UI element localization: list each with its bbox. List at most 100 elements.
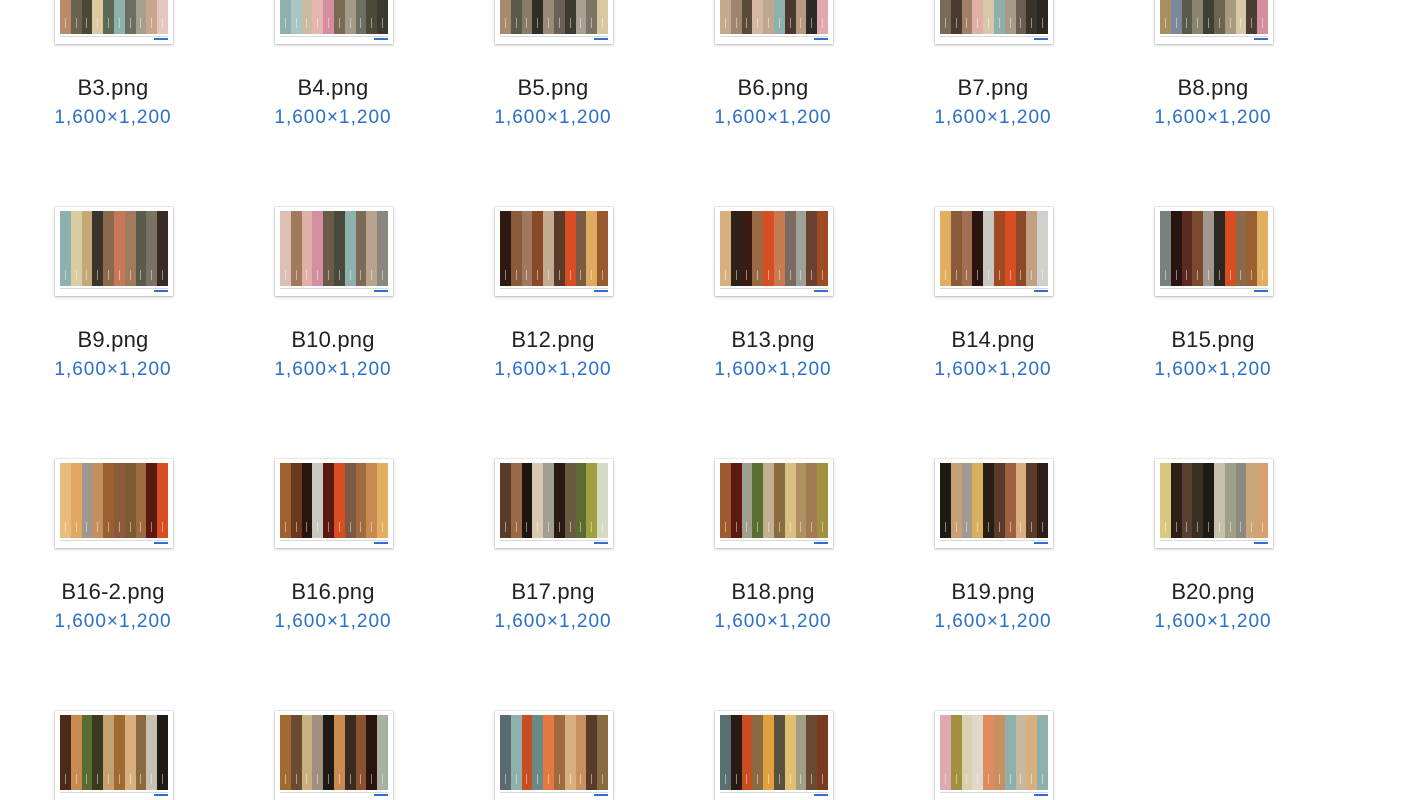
file-thumbnail[interactable]: [275, 459, 393, 548]
color-swatch: [784, 715, 796, 790]
color-swatch: [280, 715, 291, 790]
color-swatch: [806, 715, 818, 790]
color-swatch: [157, 715, 168, 790]
color-swatch: [333, 715, 345, 790]
thumbnail-footer-line: [280, 540, 388, 541]
file-grid: B3.png 1,600×1,200 B4.png 1,600×1,200 B5.png…: [0, 0, 1404, 800]
thumbnail-brand-mark: [814, 542, 828, 544]
color-swatch: [1257, 463, 1268, 538]
file-name[interactable]: B12.png: [440, 327, 666, 353]
color-swatch: [312, 715, 324, 790]
thumbnail-brand-mark: [154, 794, 168, 796]
thumbnail-brand-mark: [1034, 290, 1048, 292]
color-swatch: [1170, 463, 1182, 538]
color-swatch: [323, 463, 334, 538]
color-swatch: [1224, 463, 1236, 538]
color-palette-preview: [720, 715, 828, 790]
color-swatch: [301, 463, 313, 538]
color-swatch: [103, 715, 114, 790]
color-swatch: [290, 715, 302, 790]
color-swatch: [157, 463, 168, 538]
color-swatch: [81, 715, 93, 790]
thumbnail-footer-line: [940, 288, 1048, 289]
color-swatch: [113, 715, 125, 790]
color-swatch: [521, 463, 533, 538]
color-swatch: [333, 463, 345, 538]
file-thumbnail[interactable]: [1155, 459, 1273, 548]
file-thumbnail[interactable]: [495, 459, 613, 548]
file-item[interactable]: [0, 0, 180, 800]
file-name[interactable]: B19.png: [880, 579, 1106, 605]
color-swatch: [301, 715, 313, 790]
color-swatch: [124, 715, 136, 790]
file-dimensions: 1,600×1,200: [494, 359, 612, 380]
thumbnail-brand-mark: [1254, 542, 1268, 544]
color-palette-preview: [280, 463, 388, 538]
color-swatch: [366, 715, 378, 790]
color-swatch: [817, 715, 828, 790]
color-swatch: [1181, 463, 1193, 538]
file-name[interactable]: B18.png: [660, 579, 886, 605]
file-name[interactable]: B20.png: [1100, 579, 1326, 605]
color-swatch: [1015, 463, 1027, 538]
file-name[interactable]: B16.png: [220, 579, 446, 605]
file-name[interactable]: B14.png: [880, 327, 1106, 353]
file-item[interactable]: B20.png 1,600×1,200: [1100, 0, 1280, 632]
thumbnail-brand-mark: [374, 794, 388, 796]
color-swatch: [961, 715, 973, 790]
color-swatch: [366, 463, 378, 538]
file-dimensions: 1,600×1,200: [714, 359, 832, 380]
file-name[interactable]: B9.png: [0, 327, 226, 353]
thumbnail-brand-mark: [154, 542, 168, 544]
color-swatch: [1235, 463, 1247, 538]
thumbnail-footer-line: [1160, 288, 1268, 289]
file-item[interactable]: [440, 0, 620, 800]
color-swatch: [741, 715, 753, 790]
color-swatch: [940, 715, 951, 790]
thumbnail-brand-mark: [374, 542, 388, 544]
file-name[interactable]: B15.png: [1100, 327, 1326, 353]
color-swatch: [993, 463, 1005, 538]
file-dimensions: 1,600×1,200: [1154, 359, 1272, 380]
file-name[interactable]: B16-2.png: [0, 579, 226, 605]
color-swatch: [1160, 463, 1171, 538]
color-swatch: [280, 463, 291, 538]
color-swatch: [344, 463, 356, 538]
file-name[interactable]: B17.png: [440, 579, 666, 605]
file-name[interactable]: B10.png: [220, 327, 446, 353]
file-item[interactable]: [880, 0, 1060, 800]
color-swatch: [146, 463, 158, 538]
file-dimensions: 1,600×1,200: [714, 611, 832, 632]
thumbnail-footer-line: [280, 288, 388, 289]
color-swatch: [1246, 463, 1258, 538]
color-swatch: [950, 463, 962, 538]
thumbnail-footer-line: [720, 792, 828, 793]
color-swatch: [70, 715, 82, 790]
color-swatch: [575, 463, 587, 538]
file-dimensions: 1,600×1,200: [1154, 611, 1272, 632]
color-swatch: [344, 715, 356, 790]
color-swatch: [720, 715, 731, 790]
thumbnail-brand-mark: [1254, 290, 1268, 292]
color-swatch: [92, 715, 104, 790]
file-item[interactable]: [660, 0, 840, 800]
color-swatch: [950, 715, 962, 790]
color-swatch: [1037, 463, 1048, 538]
color-palette-preview: [500, 715, 608, 790]
file-thumbnail[interactable]: [935, 459, 1053, 548]
color-swatch: [586, 463, 598, 538]
thumbnail-footer-line: [60, 540, 168, 541]
file-thumbnail[interactable]: [715, 459, 833, 548]
color-swatch: [135, 463, 147, 538]
file-name[interactable]: B13.png: [660, 327, 886, 353]
file-thumbnail[interactable]: [55, 459, 173, 548]
color-swatch: [543, 715, 554, 790]
thumbnail-footer-line: [500, 792, 608, 793]
thumbnail-brand-mark: [374, 290, 388, 292]
thumbnail-brand-mark: [154, 290, 168, 292]
thumbnail-footer-line: [720, 288, 828, 289]
color-swatch: [510, 463, 522, 538]
color-swatch: [752, 463, 764, 538]
color-swatch: [1203, 463, 1214, 538]
file-item[interactable]: [220, 0, 400, 800]
